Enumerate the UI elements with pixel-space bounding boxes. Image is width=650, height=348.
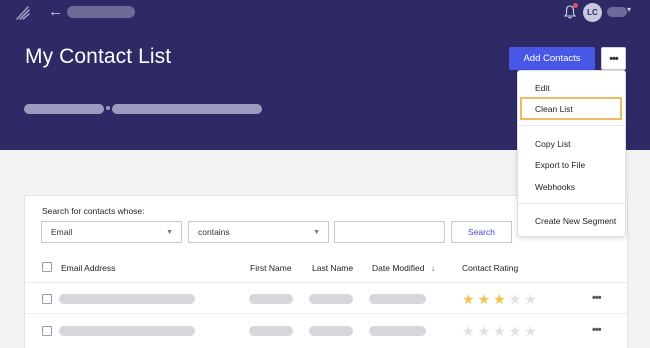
last-name-placeholder <box>309 326 353 336</box>
row-checkbox[interactable] <box>42 294 52 304</box>
back-arrow-icon[interactable]: ← <box>48 3 63 21</box>
star-empty-icon[interactable]: ★ <box>493 323 509 339</box>
search-operator-value: contains <box>198 227 230 237</box>
page-title: My Contact List <box>25 45 172 68</box>
more-options-button[interactable]: ••• <box>601 47 626 70</box>
star-empty-icon[interactable]: ★ <box>462 323 478 339</box>
row-checkbox[interactable] <box>42 326 52 336</box>
search-button[interactable]: Search <box>451 221 512 243</box>
column-header-email[interactable]: Email Address <box>61 263 115 273</box>
email-placeholder <box>59 294 195 304</box>
notification-badge <box>573 3 578 8</box>
row-more-button[interactable]: ••• <box>592 292 602 304</box>
account-name-placeholder[interactable] <box>607 7 627 17</box>
search-field-value: Email <box>51 227 73 237</box>
menu-item-edit[interactable]: Edit <box>535 83 550 93</box>
last-name-placeholder <box>309 294 353 304</box>
star-empty-icon[interactable]: ★ <box>478 323 494 339</box>
star-empty-icon[interactable]: ★ <box>509 323 525 339</box>
star-filled-icon[interactable]: ★ <box>478 291 494 307</box>
star-filled-icon[interactable]: ★ <box>462 291 478 307</box>
first-name-placeholder <box>249 294 293 304</box>
app-logo-icon[interactable] <box>14 4 32 22</box>
avatar[interactable]: LC <box>583 3 602 22</box>
menu-item-webhooks[interactable]: Webhooks <box>535 182 575 192</box>
date-placeholder <box>369 294 426 304</box>
column-header-last-name[interactable]: Last Name <box>312 263 353 273</box>
column-header-contact-rating[interactable]: Contact Rating <box>462 263 518 273</box>
search-operator-select[interactable]: contains ▼ <box>188 221 329 243</box>
more-options-menu <box>517 70 626 237</box>
search-field-select[interactable]: Email ▼ <box>41 221 182 243</box>
menu-item-create-new-segment[interactable]: Create New Segment <box>535 216 616 226</box>
meta-separator-dot <box>106 106 110 110</box>
search-input[interactable] <box>334 221 445 243</box>
row-divider <box>25 282 627 283</box>
star-empty-icon[interactable]: ★ <box>509 291 525 307</box>
column-header-first-name[interactable]: First Name <box>250 263 292 273</box>
menu-item-copy-list[interactable]: Copy List <box>535 139 570 149</box>
star-empty-icon[interactable]: ★ <box>524 323 540 339</box>
date-placeholder <box>369 326 426 336</box>
first-name-placeholder <box>249 326 293 336</box>
menu-item-clean-list[interactable]: Clean List <box>535 104 573 114</box>
search-label: Search for contacts whose: <box>42 206 145 216</box>
row-divider <box>25 313 627 314</box>
row-more-button[interactable]: ••• <box>592 324 602 336</box>
list-meta-placeholder <box>112 104 262 114</box>
select-all-checkbox[interactable] <box>42 262 52 272</box>
nav-breadcrumb-placeholder[interactable] <box>67 6 135 18</box>
star-filled-icon[interactable]: ★ <box>493 291 509 307</box>
star-empty-icon[interactable]: ★ <box>524 291 540 307</box>
sort-arrow-icon: ↓ <box>430 263 436 273</box>
date-modified-label: Date Modified <box>372 263 425 273</box>
list-meta-placeholder <box>24 104 104 114</box>
menu-item-export-to-file[interactable]: Export to File <box>535 160 585 170</box>
email-placeholder <box>59 326 195 336</box>
contact-rating-stars[interactable]: ★★★★★ <box>462 324 540 338</box>
add-contacts-button[interactable]: Add Contacts <box>509 47 595 70</box>
chevron-down-icon: ▼ <box>166 229 173 236</box>
chevron-down-icon: ▼ <box>313 229 320 236</box>
menu-divider <box>518 125 625 126</box>
chevron-down-icon[interactable]: ▾ <box>627 5 631 14</box>
menu-divider <box>518 203 625 204</box>
contact-rating-stars[interactable]: ★★★★★ <box>462 292 540 306</box>
column-header-date-modified[interactable]: Date Modified ↓ <box>372 263 435 273</box>
